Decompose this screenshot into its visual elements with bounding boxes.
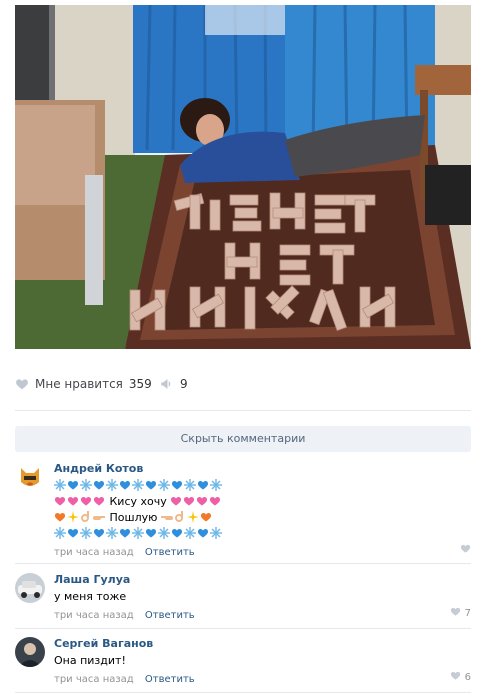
- ok-hand-icon: [80, 511, 92, 523]
- shares-count: 9: [180, 377, 188, 391]
- comment-text: Пошлую: [109, 511, 158, 524]
- comment: Андрей Котов Кису хочу Пошлую три часа н…: [15, 462, 471, 560]
- pink-heart-icon: [196, 495, 208, 507]
- snowflake-icon: [210, 479, 222, 491]
- pink-heart-icon: [80, 495, 92, 507]
- comment-text: Она пиздит!: [54, 654, 126, 667]
- comment-meta: три часа назад Ответить: [54, 546, 464, 560]
- pointing-hand-icon: [93, 511, 105, 523]
- snowflake-icon: [158, 527, 170, 539]
- blue-heart-icon: [119, 479, 131, 491]
- pink-heart-icon: [170, 495, 182, 507]
- snowflake-icon: [80, 479, 92, 491]
- snowflake-icon: [106, 527, 118, 539]
- ok-hand-icon: [174, 511, 186, 523]
- avatar[interactable]: [15, 573, 45, 603]
- snowflake-icon: [106, 479, 118, 491]
- hide-comments-label: Скрыть комментарии: [180, 432, 306, 445]
- pink-heart-icon: [183, 495, 195, 507]
- comment-text: у меня тоже: [54, 590, 127, 603]
- comment: Сергей Ваганов Она пиздит! три часа наза…: [15, 637, 471, 687]
- heart-icon: [450, 670, 461, 684]
- share-button[interactable]: 9: [160, 377, 188, 391]
- sparkles-icon: [186, 511, 199, 523]
- comment-like-button[interactable]: 6: [450, 670, 471, 684]
- pink-heart-icon: [67, 495, 79, 507]
- likes-label: Мне нравится: [35, 377, 123, 391]
- post-photo[interactable]: [15, 5, 471, 349]
- blue-heart-icon: [171, 527, 183, 539]
- comment-author[interactable]: Лаша Гулуа: [54, 573, 464, 587]
- comment-author[interactable]: Андрей Котов: [54, 462, 464, 476]
- reply-link[interactable]: Ответить: [145, 674, 195, 685]
- comment-text: Кису хочу: [109, 495, 167, 508]
- blue-heart-icon: [67, 479, 79, 491]
- snowflake-icon: [184, 527, 196, 539]
- divider: [15, 410, 471, 411]
- avatar[interactable]: [15, 462, 45, 492]
- comment-like-button[interactable]: 7: [450, 606, 471, 620]
- heart-icon: [460, 543, 471, 557]
- pointing-hand-icon: [160, 511, 173, 523]
- blue-heart-icon: [93, 527, 105, 539]
- comment-like-count: 7: [464, 607, 471, 619]
- snowflake-icon: [184, 479, 196, 491]
- snowflake-icon: [80, 527, 92, 539]
- pink-heart-icon: [209, 495, 221, 507]
- comment-meta: три часа назад Ответить: [54, 673, 464, 687]
- comment-like-button[interactable]: [460, 543, 471, 557]
- snowflake-icon: [132, 479, 144, 491]
- blue-heart-icon: [119, 527, 131, 539]
- sparkles-icon: [67, 511, 79, 523]
- snowflake-icon: [132, 527, 144, 539]
- pink-heart-icon: [93, 495, 105, 507]
- emoji-row: [54, 478, 464, 494]
- hide-comments-button[interactable]: Скрыть комментарии: [15, 426, 471, 452]
- divider: [15, 563, 471, 564]
- heart-icon: [15, 377, 29, 391]
- like-button[interactable]: Мне нравится 359: [15, 377, 152, 391]
- blue-heart-icon: [67, 527, 79, 539]
- likes-count: 359: [128, 377, 152, 391]
- megaphone-icon: [160, 377, 174, 391]
- blue-heart-icon: [145, 527, 157, 539]
- post-actions: Мне нравится 359 9: [15, 377, 471, 399]
- snowflake-icon: [54, 527, 66, 539]
- comment-text-line: Кису хочу: [54, 494, 464, 510]
- comment-meta: три часа назад Ответить: [54, 609, 464, 623]
- pink-heart-icon: [54, 495, 66, 507]
- emoji-row: [54, 526, 464, 542]
- reply-link[interactable]: Ответить: [145, 547, 195, 558]
- snowflake-icon: [54, 479, 66, 491]
- blue-heart-icon: [93, 479, 105, 491]
- divider: [15, 628, 471, 629]
- divider: [15, 692, 471, 693]
- comment-time[interactable]: три часа назад: [54, 547, 134, 558]
- comment-text-line: Пошлую: [54, 510, 464, 526]
- snowflake-icon: [210, 527, 222, 539]
- orange-heart-icon: [200, 511, 212, 523]
- blue-heart-icon: [197, 479, 209, 491]
- orange-heart-icon: [54, 511, 66, 523]
- reply-link[interactable]: Ответить: [145, 610, 195, 621]
- heart-icon: [450, 606, 461, 620]
- snowflake-icon: [158, 479, 170, 491]
- comment: Лаша Гулуа у меня тоже три часа назад От…: [15, 573, 471, 623]
- comment-time[interactable]: три часа назад: [54, 610, 134, 621]
- blue-heart-icon: [197, 527, 209, 539]
- blue-heart-icon: [171, 479, 183, 491]
- comment-author[interactable]: Сергей Ваганов: [54, 637, 464, 651]
- blue-heart-icon: [145, 479, 157, 491]
- comment-time[interactable]: три часа назад: [54, 674, 134, 685]
- avatar[interactable]: [15, 637, 45, 667]
- comment-like-count: 6: [464, 671, 471, 683]
